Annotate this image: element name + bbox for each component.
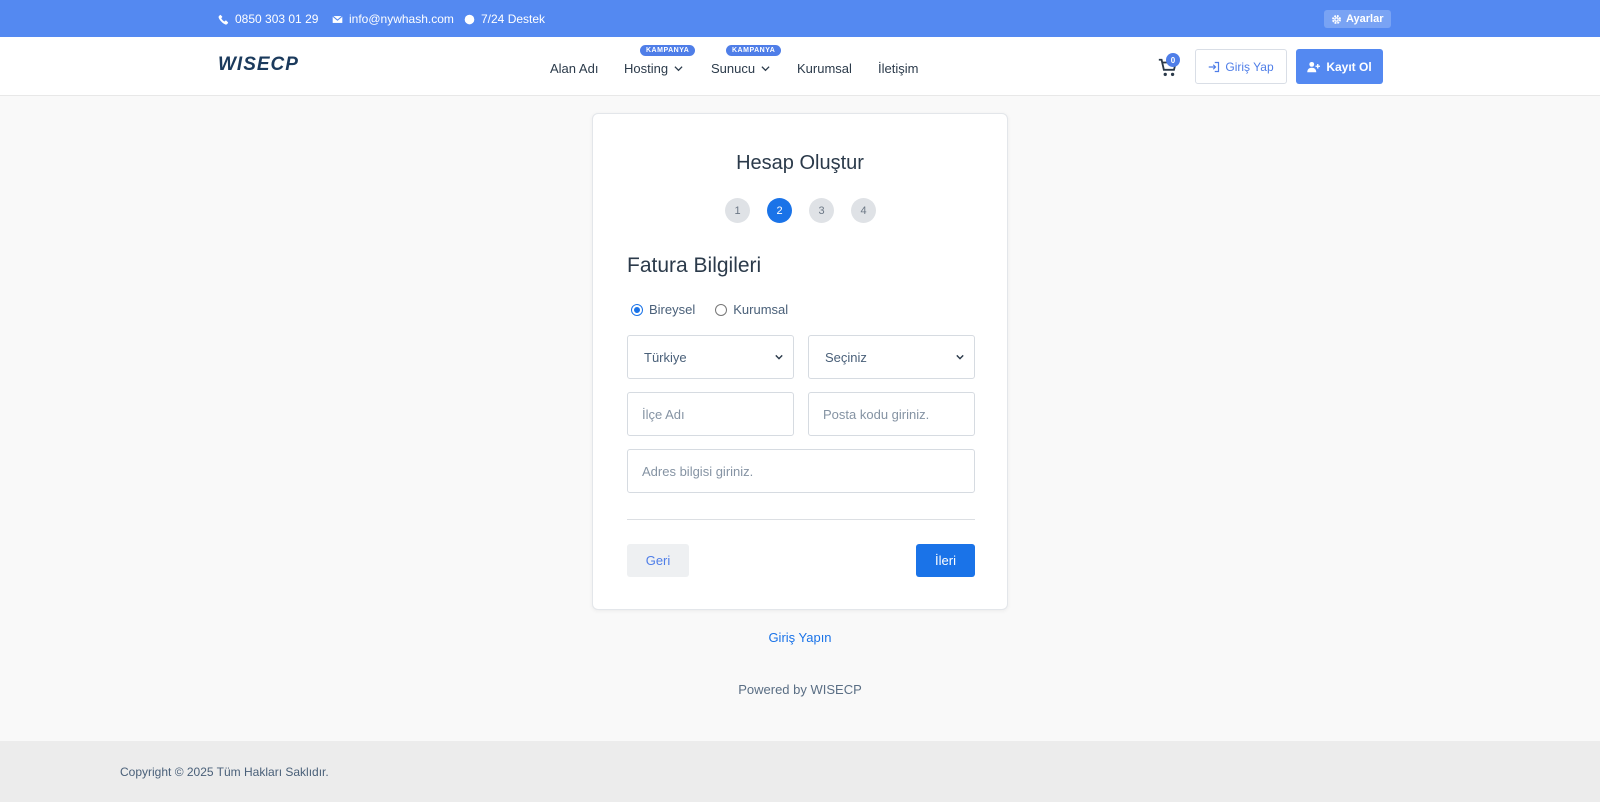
server-campaign-badge: KAMPANYA [726, 45, 782, 56]
nav-domain[interactable]: Alan Adı [550, 61, 598, 76]
postcode-input[interactable] [823, 406, 974, 422]
login-link[interactable]: Giriş Yapın [0, 630, 1600, 645]
phone-text: 0850 303 01 29 [235, 12, 319, 26]
address-field[interactable] [627, 449, 975, 493]
card-title: Hesap Oluştur [736, 152, 864, 174]
city-value: Seçiniz [825, 349, 867, 365]
user-plus-icon [1307, 61, 1321, 72]
contact-email[interactable]: info@nywhash.com [332, 12, 454, 26]
postcode-field[interactable] [808, 392, 975, 436]
nav-hosting[interactable]: KAMPANYA Hosting [624, 45, 696, 76]
support-text: 7/24 Destek [481, 12, 546, 26]
district-input[interactable] [642, 406, 793, 422]
login-button[interactable]: Giriş Yap [1195, 49, 1287, 84]
radio-corporate-label[interactable]: Kurumsal [733, 302, 788, 317]
nav-server[interactable]: KAMPANYA Sunucu [711, 45, 782, 76]
phone-icon [218, 14, 229, 25]
back-button[interactable]: Geri [627, 544, 689, 577]
address-input[interactable] [642, 463, 974, 479]
step-4: 4 [851, 198, 876, 223]
email-text: info@nywhash.com [349, 12, 454, 26]
mail-icon [332, 15, 343, 23]
step-indicator: 1 2 3 4 [725, 198, 876, 223]
main-header: WISECP Alan Adı KAMPANYA Hosting KAMPANY… [0, 37, 1600, 96]
support-info[interactable]: 7/24 Destek [464, 12, 545, 26]
chevron-down-icon [761, 66, 770, 72]
nav-hosting-label: Hosting [624, 61, 669, 76]
footer: Copyright © 2025 Tüm Hakları Saklıdır. [0, 741, 1600, 802]
register-button[interactable]: Kayıt Ol [1296, 49, 1383, 84]
section-title: Fatura Bilgileri [627, 254, 762, 277]
nav-server-label: Sunucu [711, 61, 756, 76]
powered-by[interactable]: Powered by WISECP [0, 682, 1600, 697]
step-2-active: 2 [767, 198, 792, 223]
form-divider [627, 519, 975, 520]
wisecp-logo[interactable]: WISECP [218, 55, 314, 73]
copyright-text: Copyright © 2025 Tüm Hakları Saklıdır. [120, 765, 329, 779]
settings-button[interactable]: Ayarlar [1324, 10, 1391, 28]
gear-icon [1332, 14, 1341, 24]
nav-domain-label: Alan Adı [550, 61, 599, 76]
chevron-down-icon [775, 354, 783, 360]
hosting-campaign-badge: KAMPANYA [640, 45, 696, 56]
city-select[interactable]: Seçiniz [808, 335, 975, 379]
next-button[interactable]: İleri [916, 544, 975, 577]
register-label: Kayıt Ol [1326, 59, 1372, 74]
signup-card: Hesap Oluştur 1 2 3 4 Fatura Bilgileri B… [592, 113, 1008, 610]
district-field[interactable] [627, 392, 794, 436]
account-type-group: Bireysel Kurumsal [631, 302, 788, 317]
cart-count-badge: 0 [1166, 53, 1180, 67]
radio-individual-label[interactable]: Bireysel [649, 302, 695, 317]
nav-corporate-label: Kurumsal [797, 61, 852, 76]
nav-corporate[interactable]: Kurumsal [797, 61, 852, 76]
country-value: Türkiye [644, 349, 687, 365]
nav-contact[interactable]: İletişim [878, 61, 918, 76]
step-3: 3 [809, 198, 834, 223]
contact-phone[interactable]: 0850 303 01 29 [218, 12, 318, 26]
settings-label: Ayarlar [1346, 13, 1384, 25]
chevron-down-icon [674, 66, 683, 72]
step-1: 1 [725, 198, 750, 223]
nav-contact-label: İletişim [878, 61, 919, 76]
support-icon [464, 14, 475, 24]
chevron-down-icon [956, 354, 964, 360]
country-select[interactable]: Türkiye [627, 335, 794, 379]
radio-corporate[interactable] [715, 303, 728, 316]
login-label: Giriş Yap [1225, 59, 1274, 74]
svg-text:WISECP: WISECP [218, 55, 299, 73]
sign-in-icon [1209, 61, 1220, 72]
top-bar: 0850 303 01 29 info@nywhash.com 7/24 Des… [0, 0, 1600, 37]
radio-individual[interactable] [631, 303, 643, 316]
